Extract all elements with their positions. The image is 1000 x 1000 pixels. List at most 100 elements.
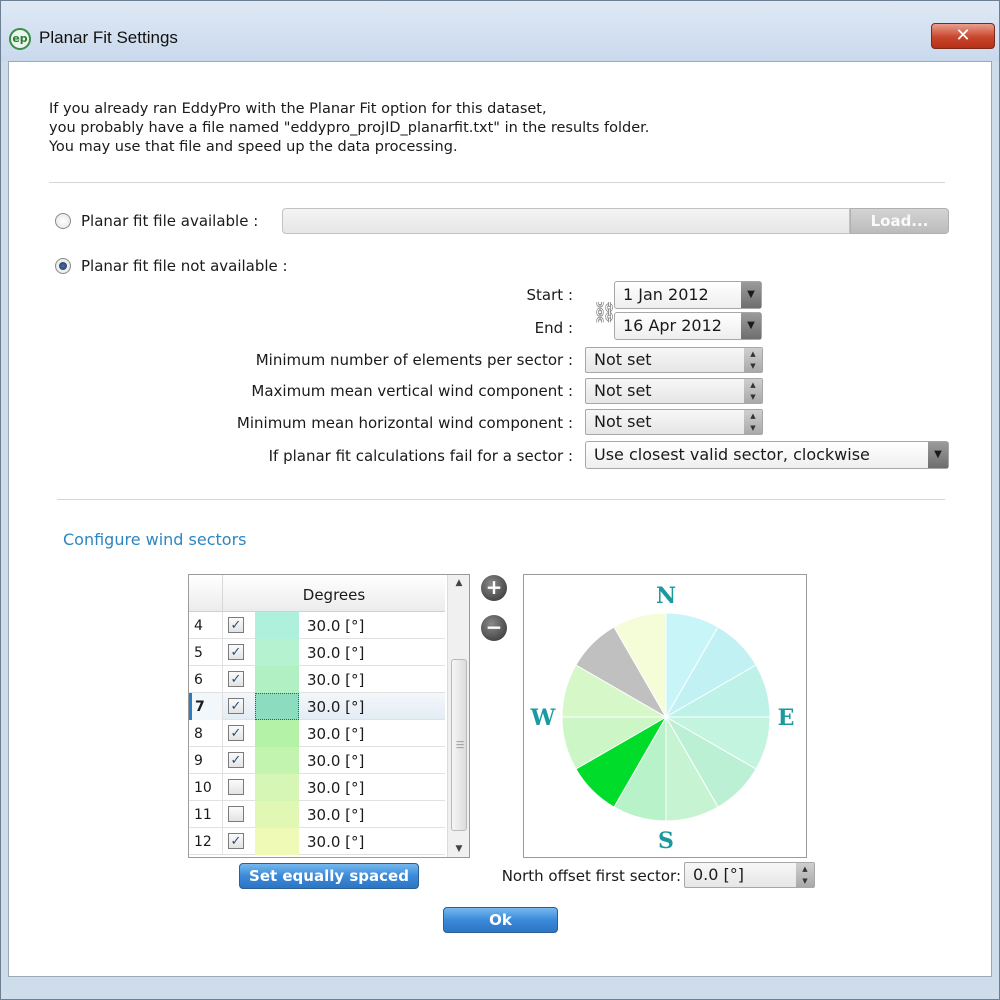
row-number: 10 [189, 774, 223, 801]
scroll-down-icon[interactable]: ▼ [448, 841, 469, 857]
add-sector-button[interactable]: + [481, 575, 507, 601]
table-scrollbar[interactable]: ▲ — — — ▼ [447, 575, 469, 857]
sector-degrees-value[interactable]: 30.0 [°] [307, 801, 364, 829]
table-header: Degrees [189, 575, 445, 612]
min-elements-value: Not set [594, 350, 652, 369]
chevron-down-icon[interactable]: ▼ [928, 442, 948, 468]
spin-arrows-icon[interactable]: ▲ ▼ [744, 379, 762, 403]
row-number: 4 [189, 612, 223, 639]
chevron-down-icon[interactable]: ▼ [741, 282, 761, 308]
sector-degrees-value[interactable]: 30.0 [°] [307, 612, 364, 640]
compass-east-label: E [778, 705, 795, 731]
end-date-picker[interactable]: 16 Apr 2012 ▼ [614, 312, 762, 340]
table-corner [189, 575, 223, 612]
table-row[interactable]: 6 ✓ 30.0 [°] [189, 666, 445, 693]
window-title: Planar Fit Settings [39, 28, 178, 47]
table-row[interactable]: 11 30.0 [°] [189, 801, 445, 828]
table-row[interactable]: 4 ✓ 30.0 [°] [189, 612, 445, 639]
north-offset-spinbox[interactable]: 0.0 [°] ▲ ▼ [684, 862, 815, 888]
max-vertical-spinbox[interactable]: Not set ▲ ▼ [585, 378, 763, 404]
max-vertical-label: Maximum mean vertical wind component : [251, 382, 573, 400]
sector-color-swatch[interactable] [255, 747, 299, 774]
radio-file-available[interactable] [55, 213, 71, 229]
min-horizontal-spinbox[interactable]: Not set ▲ ▼ [585, 409, 763, 435]
planar-fit-file-available-option[interactable]: Planar fit file available : [55, 212, 258, 230]
sector-degrees-value[interactable]: 30.0 [°] [307, 666, 364, 694]
table-row[interactable]: 10 30.0 [°] [189, 774, 445, 801]
planar-fit-file-not-available-option[interactable]: Planar fit file not available : [55, 257, 288, 275]
sector-color-swatch[interactable] [255, 666, 299, 693]
chevron-down-icon[interactable]: ▼ [741, 313, 761, 339]
ok-button[interactable]: Ok [443, 907, 558, 933]
scrollbar-thumb[interactable]: — — — [451, 659, 467, 831]
sector-enabled-checkbox[interactable] [228, 779, 244, 795]
table-row[interactable]: 9 ✓ 30.0 [°] [189, 747, 445, 774]
sector-color-swatch[interactable] [255, 828, 299, 855]
sector-enabled-checkbox[interactable]: ✓ [228, 725, 244, 741]
link-dates-icon[interactable]: ⛓ [592, 294, 617, 330]
sector-degrees-value[interactable]: 30.0 [°] [307, 828, 364, 856]
sector-enabled-checkbox[interactable]: ✓ [228, 833, 244, 849]
table-row[interactable]: 7 ✓ 30.0 [°] [189, 693, 445, 720]
table-row[interactable]: 8 ✓ 30.0 [°] [189, 720, 445, 747]
divider [49, 182, 945, 183]
start-date-value: 1 Jan 2012 [623, 285, 709, 304]
remove-sector-button[interactable]: − [481, 615, 507, 641]
sector-color-swatch[interactable] [255, 720, 299, 747]
min-horizontal-value: Not set [594, 412, 652, 431]
sector-degrees-value[interactable]: 30.0 [°] [307, 639, 364, 667]
compass-north-label: N [656, 583, 676, 609]
sector-color-swatch[interactable] [255, 612, 299, 639]
sector-color-swatch[interactable] [255, 693, 299, 720]
wind-sectors-compass: N E S W [523, 574, 807, 858]
spin-arrows-icon[interactable]: ▲ ▼ [796, 863, 814, 887]
sector-color-swatch[interactable] [255, 774, 299, 801]
sector-enabled-checkbox[interactable]: ✓ [228, 671, 244, 687]
table-row[interactable]: 12 ✓ 30.0 [°] [189, 828, 445, 855]
north-offset-value: 0.0 [°] [693, 865, 745, 884]
sector-degrees-value[interactable]: 30.0 [°] [307, 720, 364, 748]
compass-chart: N E S W [530, 583, 795, 854]
planar-fit-settings-window: ep Planar Fit Settings ✕ If you already … [0, 0, 1000, 1000]
compass-south-label: S [658, 828, 674, 854]
sector-color-swatch[interactable] [255, 639, 299, 666]
min-elements-spinbox[interactable]: Not set ▲ ▼ [585, 347, 763, 373]
row-number: 11 [189, 801, 223, 828]
row-number: 7 [189, 693, 223, 720]
max-vertical-value: Not set [594, 381, 652, 400]
spin-arrows-icon[interactable]: ▲ ▼ [744, 348, 762, 372]
grip-icon: — — — [456, 737, 464, 752]
scroll-up-icon[interactable]: ▲ [448, 575, 469, 591]
fail-handling-select[interactable]: Use closest valid sector, clockwise ▼ [585, 441, 949, 469]
configure-wind-sectors-title: Configure wind sectors [63, 530, 247, 549]
set-equally-spaced-button[interactable]: Set equally spaced [239, 863, 419, 889]
sector-enabled-checkbox[interactable]: ✓ [228, 698, 244, 714]
intro-text: If you already ran EddyPro with the Plan… [49, 100, 649, 157]
end-label: End : [534, 319, 573, 337]
sector-enabled-checkbox[interactable]: ✓ [228, 644, 244, 660]
sector-enabled-checkbox[interactable]: ✓ [228, 617, 244, 633]
table-row[interactable]: 5 ✓ 30.0 [°] [189, 639, 445, 666]
start-date-picker[interactable]: 1 Jan 2012 ▼ [614, 281, 762, 309]
sector-enabled-checkbox[interactable] [228, 806, 244, 822]
spin-arrows-icon[interactable]: ▲ ▼ [744, 410, 762, 434]
fail-handling-value: Use closest valid sector, clockwise [594, 445, 870, 464]
row-number: 8 [189, 720, 223, 747]
dialog-body: If you already ran EddyPro with the Plan… [8, 61, 992, 977]
sector-degrees-value[interactable]: 30.0 [°] [307, 747, 364, 775]
sector-color-swatch[interactable] [255, 801, 299, 828]
wind-sectors-table[interactable]: Degrees 4 ✓ 30.0 [°] 5 ✓ 30.0 [°] 6 ✓ 30.0 [°] 7 ✓… [188, 574, 470, 858]
north-offset-label: North offset first sector: [501, 867, 681, 885]
intro-line: If you already ran EddyPro with the Plan… [49, 101, 547, 117]
sector-degrees-value[interactable]: 30.0 [°] [307, 774, 364, 802]
sector-degrees-value[interactable]: 30.0 [°] [307, 693, 364, 721]
load-button: Load... [850, 208, 949, 234]
row-number: 12 [189, 828, 223, 855]
eddypro-app-icon: ep [9, 28, 31, 50]
degrees-column-header: Degrees [302, 586, 366, 604]
title-bar: ep Planar Fit Settings ✕ [1, 1, 999, 61]
planar-fit-file-path-field [282, 208, 850, 234]
sector-enabled-checkbox[interactable]: ✓ [228, 752, 244, 768]
radio-file-not-available[interactable] [55, 258, 71, 274]
close-button[interactable]: ✕ [931, 23, 995, 49]
